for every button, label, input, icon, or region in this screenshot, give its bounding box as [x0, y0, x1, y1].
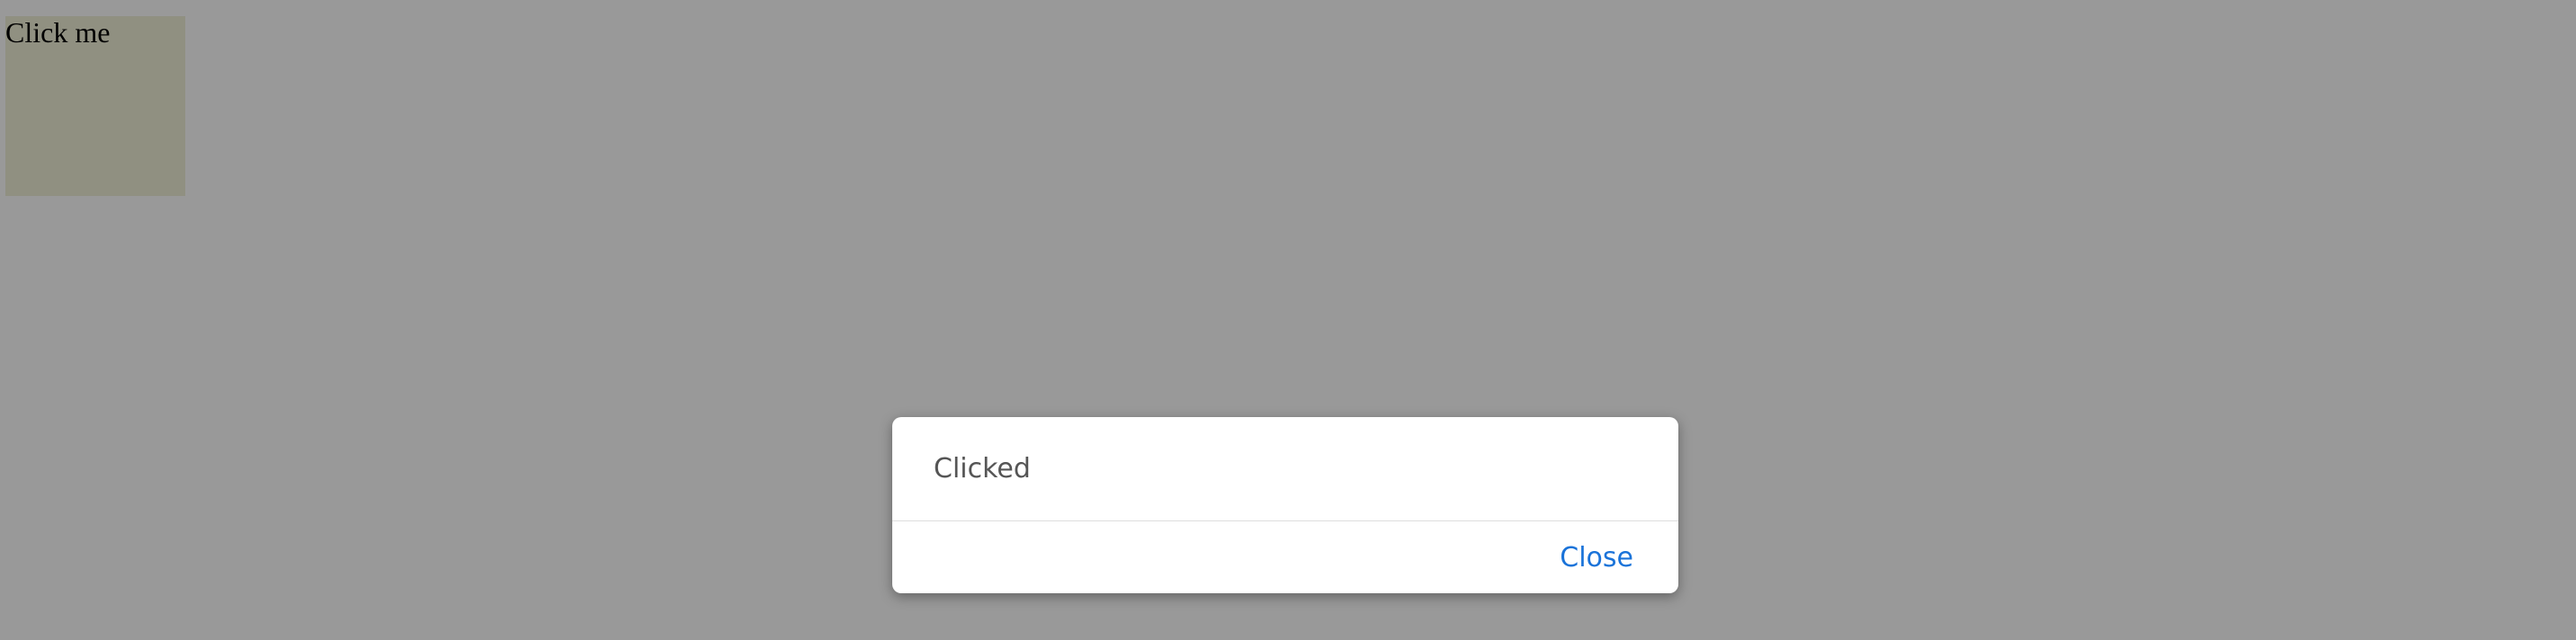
close-button[interactable]: Close	[1560, 542, 1633, 573]
alert-dialog: Clicked Close	[892, 417, 1678, 593]
dialog-footer: Close	[892, 521, 1678, 593]
dialog-body: Clicked	[892, 417, 1678, 521]
dialog-message: Clicked	[934, 453, 1031, 484]
